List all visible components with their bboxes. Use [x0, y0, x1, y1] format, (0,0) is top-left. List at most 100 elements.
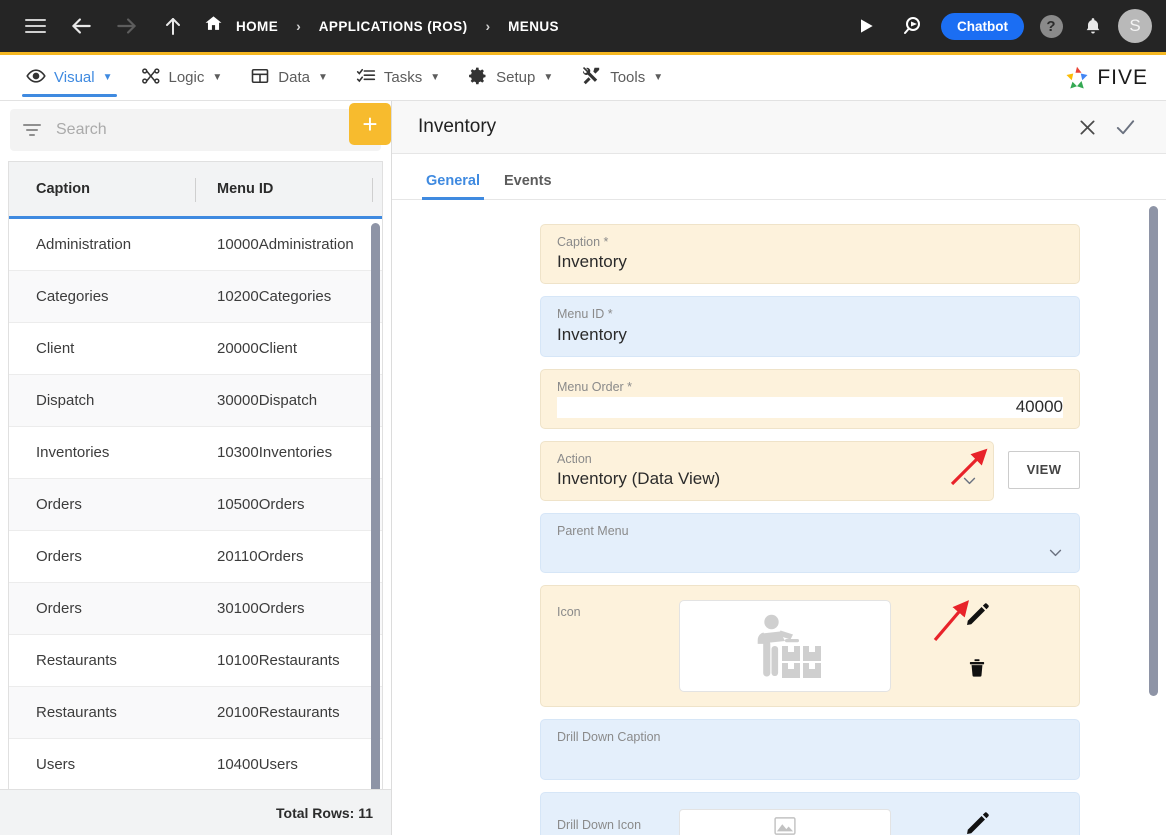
drill-down-edit-pencil-icon[interactable] — [964, 811, 990, 835]
table-row[interactable]: Restaurants 10100Restaurants — [9, 635, 382, 687]
field-icon-label: Icon — [557, 605, 581, 620]
menu-item-tools[interactable]: Tools ▼ — [567, 55, 677, 101]
cell-menu-id: 20000Client — [217, 340, 298, 357]
table-row[interactable]: Orders 30100Orders — [9, 583, 382, 635]
breadcrumb-separator-2: › — [485, 18, 491, 34]
nodes-icon — [141, 66, 161, 90]
chatbot-button[interactable]: Chatbot — [941, 12, 1024, 40]
search-input[interactable] — [42, 120, 337, 140]
detail-tabs: General Events — [392, 154, 1166, 200]
list-scrollbar-thumb[interactable] — [371, 223, 380, 789]
chevron-down-icon: ▼ — [653, 71, 664, 83]
five-logo-mark — [1066, 66, 1088, 88]
field-menu-order[interactable]: Menu Order * 40000 — [540, 368, 1080, 429]
table-row[interactable]: Inventories 10300Inventories — [9, 427, 382, 479]
menu-item-data[interactable]: Data ▼ — [236, 55, 342, 101]
breadcrumb-menus[interactable]: MENUS — [502, 19, 565, 34]
breadcrumb-home[interactable]: HOME — [204, 14, 284, 38]
table-row[interactable]: Orders 10500Orders — [9, 479, 382, 531]
field-caption[interactable]: Caption * Inventory — [540, 224, 1080, 285]
filter-icon[interactable] — [22, 124, 42, 136]
table-row[interactable]: Client 20000Client — [9, 323, 382, 375]
back-button[interactable] — [64, 9, 98, 43]
icon-preview[interactable] — [679, 600, 891, 693]
icon-delete-trash-icon[interactable] — [967, 657, 987, 684]
search-box[interactable] — [10, 109, 381, 151]
column-header-menu-id[interactable]: Menu ID — [195, 181, 382, 197]
parent-menu-dropdown-chevron-icon[interactable] — [1047, 544, 1063, 560]
five-logo-text: FIVE — [1097, 65, 1148, 89]
menu-item-tools-label: Tools — [610, 69, 646, 86]
field-menu-id[interactable]: Menu ID * Inventory — [540, 296, 1080, 357]
breadcrumb-applications[interactable]: APPLICATIONS (ROS) — [313, 19, 474, 34]
avatar[interactable]: S — [1118, 9, 1152, 43]
breadcrumb-home-label: HOME — [236, 18, 279, 34]
icon-edit-pencil-icon[interactable] — [964, 602, 990, 633]
menu-item-setup-label: Setup — [496, 69, 536, 86]
field-drill-down-icon-label: Drill Down Icon — [557, 818, 642, 833]
field-caption-label: Caption * — [557, 235, 609, 249]
check-icon[interactable] — [1106, 108, 1144, 146]
cell-caption: Administration — [36, 236, 132, 253]
cell-caption: Dispatch — [36, 392, 95, 409]
table-row[interactable]: Restaurants 20100Restaurants — [9, 687, 382, 739]
add-menu-button[interactable]: + — [349, 103, 391, 145]
menu-item-logic[interactable]: Logic ▼ — [127, 55, 237, 101]
up-button[interactable] — [156, 9, 190, 43]
search-play-icon[interactable] — [897, 9, 931, 43]
menu-item-tasks[interactable]: Tasks ▼ — [342, 55, 454, 101]
action-dropdown-chevron-icon[interactable] — [961, 472, 977, 488]
tab-events[interactable]: Events — [492, 173, 564, 199]
table-row[interactable]: Users 10400Users — [9, 739, 382, 789]
tab-general[interactable]: General — [414, 173, 492, 200]
field-drill-down-caption[interactable]: Drill Down Caption — [540, 719, 1080, 780]
menus-list-panel: + Caption Menu ID Administration 10000Ad… — [0, 101, 392, 835]
hamburger-icon[interactable] — [18, 9, 52, 43]
field-icon: Icon — [540, 585, 1080, 708]
close-icon[interactable] — [1068, 108, 1106, 146]
gear-icon — [468, 66, 488, 90]
field-caption-value: Inventory — [557, 252, 627, 272]
cell-menu-id: 20110Orders — [217, 548, 304, 565]
detail-header: Inventory — [392, 101, 1166, 154]
checklist-icon — [356, 66, 376, 90]
cell-menu-id: 20100Restaurants — [217, 704, 340, 721]
grid-footer: Total Rows: 11 — [0, 789, 391, 835]
menu-item-visual[interactable]: Visual ▼ — [12, 55, 127, 101]
cell-menu-id: 10200Categories — [217, 288, 332, 305]
play-icon[interactable] — [849, 9, 883, 43]
cell-caption: Restaurants — [36, 652, 117, 669]
icon-actions — [891, 600, 1063, 684]
menu-item-data-label: Data — [278, 69, 310, 86]
search-row — [0, 101, 391, 157]
cell-menu-id: 30100Orders — [217, 600, 305, 617]
drill-down-icon-actions — [891, 809, 1063, 835]
column-divider-2[interactable] — [372, 178, 373, 202]
chevron-down-icon: ▼ — [543, 71, 554, 83]
detail-form-scroll-area: Caption * Inventory Menu ID * Inventory … — [392, 200, 1166, 835]
view-button[interactable]: VIEW — [1008, 450, 1080, 489]
field-parent-menu[interactable]: Parent Menu — [540, 513, 1080, 574]
cell-menu-id: 10500Orders — [217, 496, 305, 513]
cell-caption: Orders — [36, 548, 82, 565]
field-action[interactable]: Action Inventory (Data View) — [540, 440, 994, 501]
table-row[interactable]: Categories 10200Categories — [9, 271, 382, 323]
field-action-label: Action — [557, 451, 592, 466]
bell-icon[interactable] — [1076, 9, 1110, 43]
table-row[interactable]: Dispatch 30000Dispatch — [9, 375, 382, 427]
table-row[interactable]: Administration 10000Administration — [9, 219, 382, 271]
eye-icon — [26, 66, 46, 90]
question-mark-icon[interactable]: ? — [1034, 9, 1068, 43]
column-divider-1[interactable] — [195, 178, 196, 202]
drill-down-icon-preview[interactable] — [679, 808, 891, 835]
cell-menu-id: 10300Inventories — [217, 444, 333, 461]
column-header-caption[interactable]: Caption — [9, 181, 195, 197]
tools-icon — [581, 65, 602, 90]
table-row[interactable]: Orders 20110Orders — [9, 531, 382, 583]
menus-grid: Caption Menu ID Administration 10000Admi… — [8, 161, 383, 789]
grid-header-row: Caption Menu ID — [9, 162, 382, 219]
field-parent-menu-value — [557, 541, 1063, 562]
detail-scrollbar-thumb[interactable] — [1149, 206, 1158, 696]
menu-item-setup[interactable]: Setup ▼ — [454, 55, 567, 101]
main-content-area: + Caption Menu ID Administration 10000Ad… — [0, 101, 1166, 835]
